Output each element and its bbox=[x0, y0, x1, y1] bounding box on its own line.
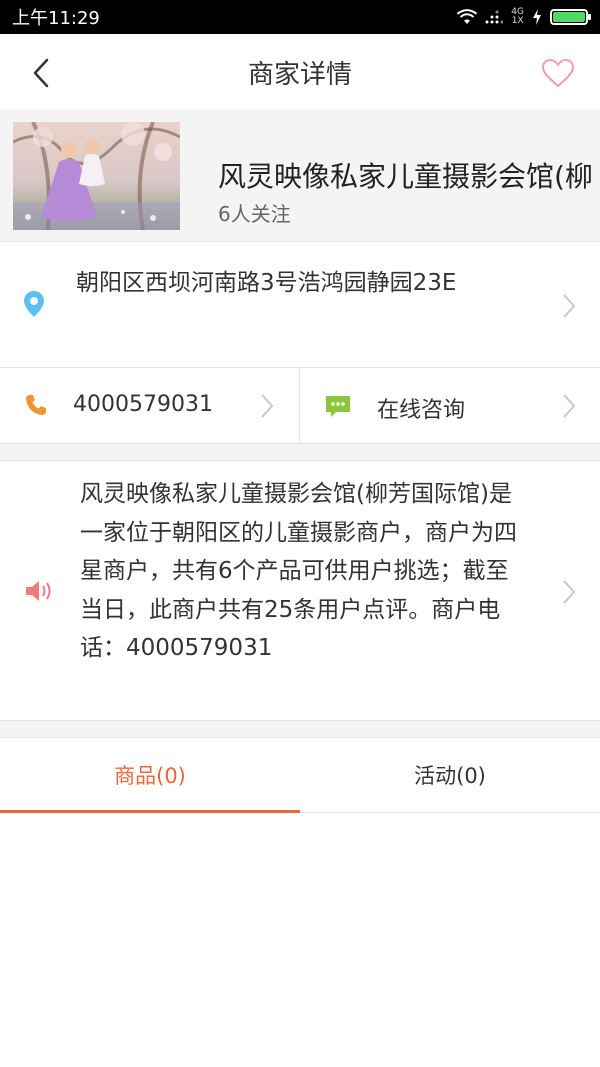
section-gap bbox=[0, 444, 600, 460]
address-row[interactable]: 朝阳区西坝河南路3号浩鸿园静园23E bbox=[0, 243, 600, 368]
chevron-right-icon bbox=[563, 394, 576, 418]
tab-label: 商品(0) bbox=[114, 764, 186, 788]
content-tabs: 商品(0) 活动(0) bbox=[0, 737, 600, 813]
speaker-icon bbox=[26, 581, 51, 601]
chat-bubble-icon bbox=[326, 396, 350, 417]
status-icons: 4G 1X bbox=[457, 7, 591, 26]
page-title: 商家详情 bbox=[247, 59, 352, 90]
signal-dots-icon bbox=[485, 10, 504, 24]
status-time: 上午11:29 bbox=[12, 8, 100, 29]
chevron-right-icon bbox=[261, 394, 274, 418]
follower-count: 6人关注 bbox=[218, 202, 291, 226]
divider bbox=[299, 368, 300, 444]
chevron-left-icon bbox=[33, 58, 49, 88]
wifi-icon bbox=[457, 9, 478, 24]
battery-icon bbox=[550, 9, 591, 25]
charging-icon bbox=[533, 9, 541, 25]
tab-label: 活动(0) bbox=[414, 764, 486, 788]
section-gap bbox=[0, 721, 600, 737]
chevron-right-icon bbox=[563, 294, 576, 318]
tab-products[interactable]: 商品(0) bbox=[0, 738, 300, 813]
heart-outline-icon bbox=[542, 59, 574, 87]
favorite-button[interactable] bbox=[540, 56, 576, 90]
phone-icon bbox=[26, 395, 46, 415]
chevron-right-icon bbox=[563, 580, 576, 604]
shop-name: 风灵映像私家儿童摄影会馆(柳 bbox=[218, 160, 593, 193]
description-row[interactable]: 风灵映像私家儿童摄影会馆(柳芳国际馆)是一家位于朝阳区的儿童摄影商户，商户为四星… bbox=[0, 460, 600, 721]
tab-activities[interactable]: 活动(0) bbox=[300, 738, 600, 812]
address-text: 朝阳区西坝河南路3号浩鸿园静园23E bbox=[76, 270, 457, 296]
location-pin-icon bbox=[24, 291, 44, 317]
contact-row: 4000579031 在线咨询 bbox=[0, 368, 600, 444]
shop-photo bbox=[13, 122, 180, 230]
description-text: 风灵映像私家儿童摄影会馆(柳芳国际馆)是一家位于朝阳区的儿童摄影商户，商户为四星… bbox=[80, 481, 517, 661]
status-bar: 上午11:29 4G 1X bbox=[0, 0, 600, 34]
shop-summary: 风灵映像私家儿童摄影会馆(柳 6人关注 bbox=[0, 110, 600, 242]
network-type: 4G 1X bbox=[511, 7, 524, 26]
online-consult-button[interactable]: 在线咨询 bbox=[377, 392, 465, 424]
phone-number[interactable]: 4000579031 bbox=[73, 392, 213, 417]
app-header: 商家详情 bbox=[0, 34, 600, 110]
back-button[interactable] bbox=[26, 56, 56, 90]
